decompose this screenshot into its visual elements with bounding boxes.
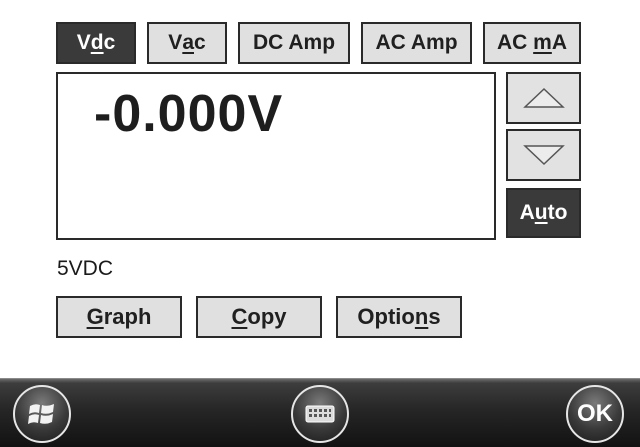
options-label: Optio	[357, 304, 415, 329]
mode-label-mnemonic: m	[533, 31, 552, 54]
windows-flag-icon	[28, 404, 54, 424]
ok-label: OK	[577, 400, 613, 427]
mode-label-mnemonic: a	[182, 31, 194, 54]
graph-label-mnemonic: G	[86, 304, 104, 329]
auto-label-mnemonic: u	[534, 201, 548, 224]
mode-label: c	[194, 31, 206, 54]
options-label-mnemonic: n	[414, 304, 429, 329]
graph-button[interactable]: Graph	[56, 296, 182, 338]
mode-button-ac-ma[interactable]: AC mA	[483, 22, 581, 64]
mode-label: A	[551, 31, 568, 54]
mode-label: V	[168, 31, 183, 54]
range-up-button[interactable]	[506, 72, 581, 124]
reading-value: -0.000V	[94, 85, 284, 143]
auto-label: to	[547, 201, 568, 224]
mode-button-vdc[interactable]: Vdc	[56, 22, 136, 64]
mode-label: AC Amp	[375, 31, 458, 54]
taskbar: OK	[0, 378, 640, 447]
mode-button-vac[interactable]: Vac	[147, 22, 227, 64]
ok-button[interactable]: OK	[566, 385, 624, 443]
mode-button-dc-amp[interactable]: DC Amp	[238, 22, 350, 64]
reading-display: -0.000V	[56, 72, 496, 240]
keyboard-icon	[305, 405, 335, 423]
auto-label: A	[519, 201, 535, 224]
range-down-button[interactable]	[506, 129, 581, 181]
options-button[interactable]: Optio n s	[336, 296, 462, 338]
graph-label: raph	[103, 304, 152, 329]
mode-label: V	[76, 31, 91, 54]
triangle-up-icon	[522, 87, 565, 108]
options-label: s	[428, 304, 441, 329]
mode-label-mnemonic: d	[90, 31, 104, 54]
mode-button-ac-amp[interactable]: AC Amp	[361, 22, 472, 64]
copy-label: opy	[247, 304, 287, 329]
triangle-down-icon	[522, 145, 565, 166]
copy-button[interactable]: Copy	[196, 296, 322, 338]
mode-label: AC	[496, 31, 534, 54]
copy-label-mnemonic: C	[231, 304, 248, 329]
start-button[interactable]	[13, 385, 71, 443]
mode-label: DC Amp	[252, 31, 336, 54]
auto-range-button[interactable]: Au to	[506, 188, 581, 238]
range-label: 5VDC	[57, 257, 114, 280]
keyboard-button[interactable]	[291, 385, 349, 443]
mode-label: c	[103, 31, 116, 54]
